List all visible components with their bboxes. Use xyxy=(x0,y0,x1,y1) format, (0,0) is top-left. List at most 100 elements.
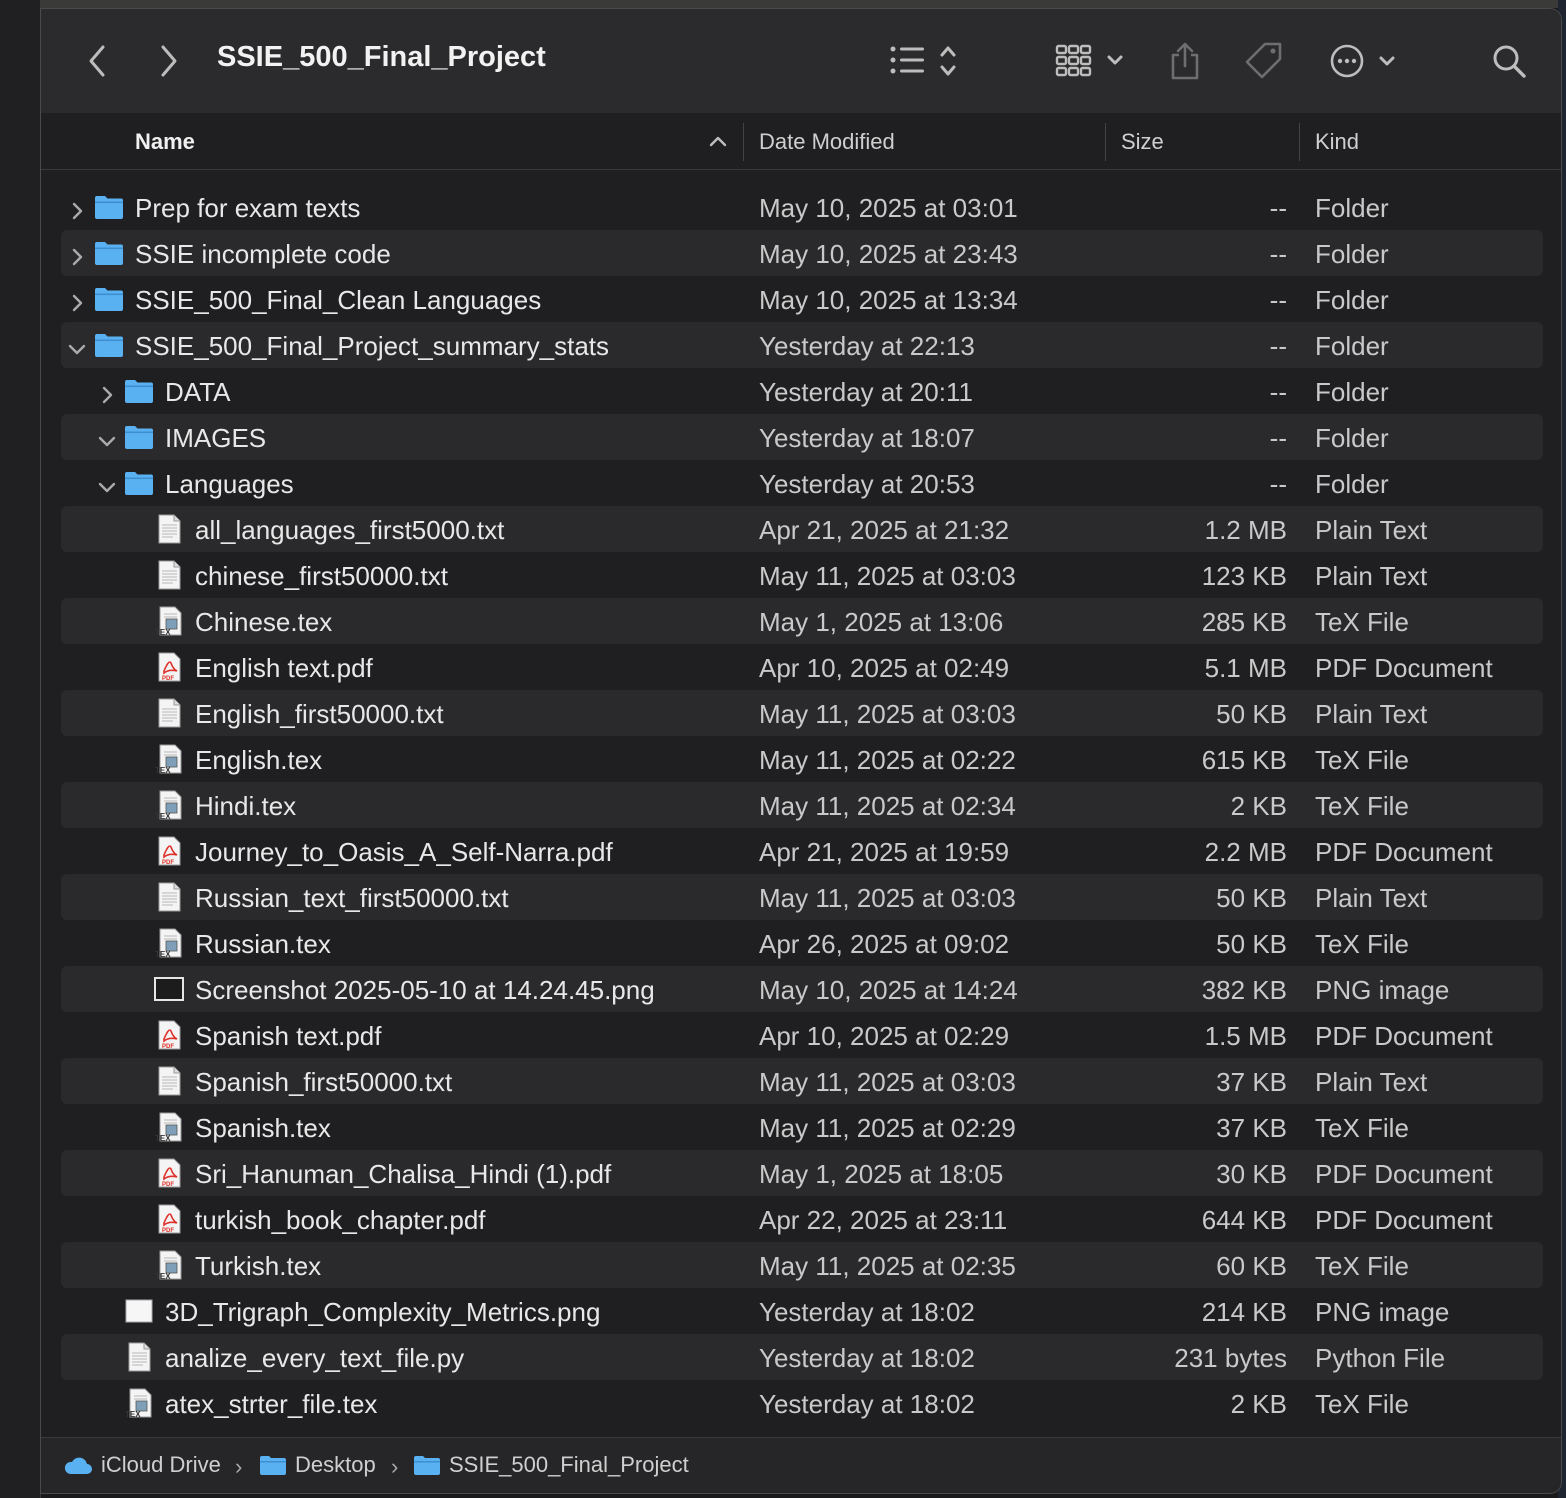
folder-icon xyxy=(260,1456,286,1475)
item-size: -- xyxy=(1269,331,1287,361)
file-row[interactable]: Screenshot 2025-05-10 at 14.24.45.png May… xyxy=(61,966,1543,1012)
disclosure-expanded-icon[interactable] xyxy=(97,427,117,447)
folder-row[interactable]: SSIE_500_Final_Clean Languages May 10, 20… xyxy=(61,276,1543,322)
item-date-modified: Apr 10, 2025 at 02:29 xyxy=(759,1021,1010,1051)
tag-icon xyxy=(1245,42,1282,79)
item-name: SSIE_500_Final_Clean Languages xyxy=(135,285,542,315)
disclosure-collapsed-icon[interactable] xyxy=(97,381,117,404)
column-kind[interactable]: Kind xyxy=(1315,129,1359,155)
search-button[interactable] xyxy=(1485,39,1533,83)
group-button[interactable] xyxy=(1053,39,1133,83)
item-kind: Folder xyxy=(1315,377,1389,407)
item-kind: Folder xyxy=(1315,331,1389,361)
item-size: -- xyxy=(1269,285,1287,315)
item-name: English.tex xyxy=(195,745,323,775)
file-row[interactable]: PDF Journey_to_Oasis_A_Self-Narra.pdf Apr … xyxy=(61,828,1543,874)
disclosure-collapsed-icon[interactable] xyxy=(67,243,87,266)
item-kind: TeX File xyxy=(1315,745,1409,775)
more-actions-button[interactable] xyxy=(1327,39,1403,83)
file-row[interactable]: TEX Chinese.tex May 1, 2025 at 13:06 285 KB… xyxy=(61,598,1543,644)
file-row[interactable]: TEX Russian.tex Apr 26, 2025 at 09:02 50 KB… xyxy=(61,920,1543,966)
item-size: -- xyxy=(1269,469,1287,499)
item-name: Chinese.tex xyxy=(195,607,333,637)
item-kind: PDF Document xyxy=(1315,653,1493,683)
file-row[interactable]: TEX English.tex May 11, 2025 at 02:22 615 K… xyxy=(61,736,1543,782)
item-name: Sri_Hanuman_Chalisa_Hindi (1).pdf xyxy=(195,1159,612,1189)
svg-text:TEX: TEX xyxy=(155,950,171,959)
file-row[interactable]: TEX Spanish.tex May 11, 2025 at 02:29 37 KB… xyxy=(61,1104,1543,1150)
file-row[interactable]: chinese_first50000.txt May 11, 2025 at 03… xyxy=(61,552,1543,598)
disclosure-collapsed-icon[interactable] xyxy=(67,197,87,220)
file-row[interactable]: TEX Turkish.tex May 11, 2025 at 02:35 60 KB… xyxy=(61,1242,1543,1288)
file-row[interactable]: PDF turkish_book_chapter.pdf Apr 22, 2025 … xyxy=(61,1196,1543,1242)
folder-row[interactable]: SSIE incomplete code May 10, 2025 at 23:4… xyxy=(61,230,1543,276)
view-options-button[interactable] xyxy=(887,39,967,83)
item-size: 2 KB xyxy=(1230,791,1287,821)
item-kind: Folder xyxy=(1315,285,1389,315)
path-separator-icon: › xyxy=(235,1454,243,1479)
sort-ascending-icon[interactable] xyxy=(709,135,727,147)
disclosure-expanded-icon[interactable] xyxy=(67,335,87,355)
item-kind: PNG image xyxy=(1315,975,1450,1005)
item-name: 3D_Trigraph_Complexity_Metrics.png xyxy=(165,1297,601,1327)
item-date-modified: May 11, 2025 at 02:35 xyxy=(759,1251,1016,1281)
item-kind: Plain Text xyxy=(1315,1067,1428,1097)
image-file-icon xyxy=(123,1295,155,1327)
tex-file-icon: TEX xyxy=(153,1111,185,1143)
item-name: Turkish.tex xyxy=(195,1251,322,1281)
svg-text:PDF: PDF xyxy=(162,860,174,866)
item-name: Spanish_first50000.txt xyxy=(195,1067,453,1097)
item-name: analize_every_text_file.py xyxy=(165,1343,465,1373)
item-kind: Folder xyxy=(1315,193,1389,223)
svg-text:PDF: PDF xyxy=(162,1044,174,1050)
path-item-current-folder[interactable]: SSIE_500_Final_Project xyxy=(413,1452,689,1478)
item-date-modified: May 10, 2025 at 13:34 xyxy=(759,285,1018,315)
tag-button[interactable] xyxy=(1239,37,1289,85)
disclosure-collapsed-icon[interactable] xyxy=(67,289,87,312)
file-row[interactable]: TEX Hindi.tex May 11, 2025 at 02:34 2 KB TeX… xyxy=(61,782,1543,828)
file-row[interactable]: analize_every_text_file.py Yesterday at 1… xyxy=(61,1334,1543,1380)
text-file-icon xyxy=(153,1065,185,1097)
file-row[interactable]: PDF Sri_Hanuman_Chalisa_Hindi (1).pdf May … xyxy=(61,1150,1543,1196)
chevron-right-icon xyxy=(161,45,177,77)
column-size[interactable]: Size xyxy=(1121,129,1164,155)
column-divider[interactable] xyxy=(1299,123,1300,161)
folder-row[interactable]: IMAGES Yesterday at 18:07 -- Folder xyxy=(61,414,1543,460)
share-icon xyxy=(1171,42,1199,80)
item-date-modified: May 10, 2025 at 03:01 xyxy=(759,193,1018,223)
file-row[interactable]: Russian_text_first50000.txt May 11, 2025 … xyxy=(61,874,1543,920)
item-date-modified: Yesterday at 18:02 xyxy=(759,1343,975,1373)
item-date-modified: May 1, 2025 at 13:06 xyxy=(759,607,1004,637)
column-divider[interactable] xyxy=(743,123,744,161)
forward-button[interactable] xyxy=(149,41,189,81)
path-item-desktop[interactable]: Desktop xyxy=(259,1452,376,1478)
file-row[interactable]: TEX atex_strter_file.tex Yesterday at 18:0… xyxy=(61,1380,1543,1426)
item-size: 5.1 MB xyxy=(1204,653,1287,683)
back-button[interactable] xyxy=(77,41,117,81)
column-date-modified[interactable]: Date Modified xyxy=(759,129,895,155)
file-row[interactable]: PDF English text.pdf Apr 10, 2025 at 02:49… xyxy=(61,644,1543,690)
file-row[interactable]: all_languages_first5000.txt Apr 21, 2025 … xyxy=(61,506,1543,552)
text-file-icon xyxy=(153,697,185,729)
folder-row[interactable]: Languages Yesterday at 20:53 -- Folder xyxy=(61,460,1543,506)
chevron-left-icon xyxy=(89,45,105,77)
file-row[interactable]: Spanish_first50000.txt May 11, 2025 at 03… xyxy=(61,1058,1543,1104)
item-name: Journey_to_Oasis_A_Self-Narra.pdf xyxy=(195,837,613,867)
text-file-icon xyxy=(153,513,185,545)
folder-row[interactable]: DATA Yesterday at 20:11 -- Folder xyxy=(61,368,1543,414)
file-row[interactable]: 3D_Trigraph_Complexity_Metrics.png Yester… xyxy=(61,1288,1543,1334)
item-size: 382 KB xyxy=(1201,975,1287,1005)
file-list: Prep for exam texts May 10, 2025 at 03:01… xyxy=(41,170,1561,1436)
item-kind: Python File xyxy=(1315,1343,1446,1373)
item-date-modified: Yesterday at 22:13 xyxy=(759,331,975,361)
folder-row[interactable]: Prep for exam texts May 10, 2025 at 03:01… xyxy=(61,184,1543,230)
column-name[interactable]: Name xyxy=(135,129,195,155)
share-button[interactable] xyxy=(1163,37,1207,85)
disclosure-expanded-icon[interactable] xyxy=(97,473,117,493)
item-kind: PDF Document xyxy=(1315,1021,1493,1051)
folder-row[interactable]: SSIE_500_Final_Project_summary_stats Yest… xyxy=(61,322,1543,368)
column-divider[interactable] xyxy=(1105,123,1106,161)
path-item-icloud-drive[interactable]: iCloud Drive xyxy=(63,1452,221,1478)
file-row[interactable]: PDF Spanish text.pdf Apr 10, 2025 at 02:29… xyxy=(61,1012,1543,1058)
file-row[interactable]: English_first50000.txt May 11, 2025 at 03… xyxy=(61,690,1543,736)
